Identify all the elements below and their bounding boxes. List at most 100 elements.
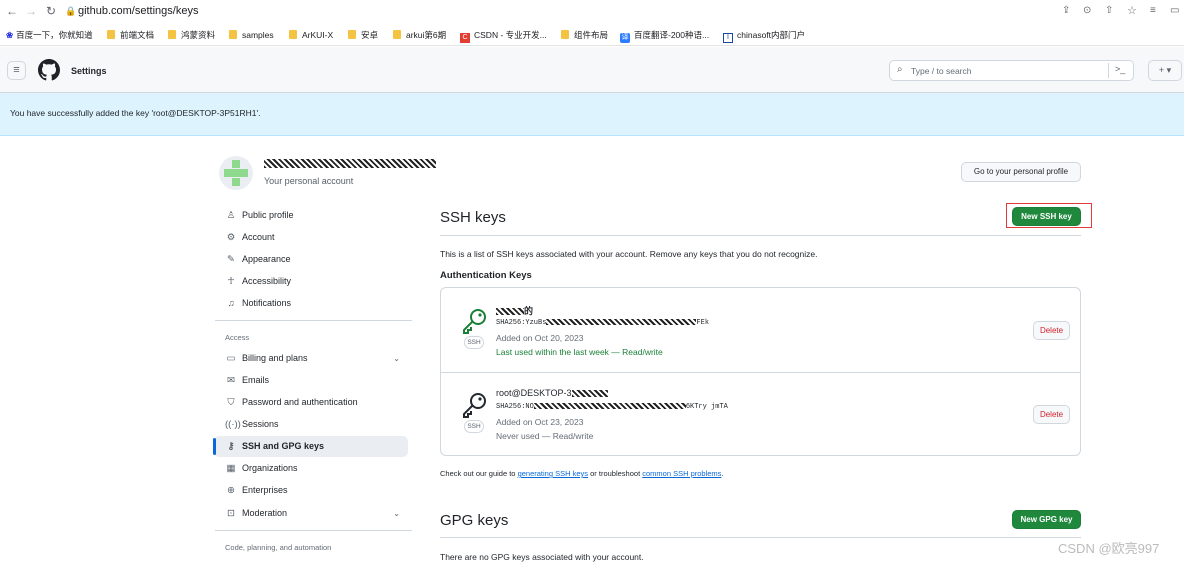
chinasoft-icon: I	[723, 33, 733, 43]
delete-key-button[interactable]: Delete	[1033, 321, 1070, 340]
search-placeholder: Type / to search	[911, 66, 972, 76]
forward-icon[interactable]: →	[25, 4, 37, 18]
fingerprint-redacted	[546, 319, 697, 326]
address-bar[interactable]: github.com/settings/keys	[78, 4, 198, 18]
sync-icon[interactable]: ⊙	[1083, 4, 1091, 18]
key-icon	[463, 309, 486, 334]
sidebar-item-moderation[interactable]: ⊡ Moderation ⌄	[214, 503, 408, 524]
sidepanel-icon[interactable]: ▭	[1170, 4, 1179, 18]
sidebar-item-ssh-gpg-keys[interactable]: ⚷ SSH and GPG keys	[213, 436, 408, 457]
sidebar-item-notifications[interactable]: ♫ Notifications	[214, 293, 408, 314]
sidebar-heading-code: Code, planning, and automation	[225, 543, 332, 552]
bookmark-folder[interactable]: arkui第6期	[393, 30, 446, 41]
key-added-date: Added on Oct 23, 2023	[496, 417, 584, 427]
new-gpg-key-button[interactable]: New GPG key	[1012, 510, 1081, 529]
reload-icon[interactable]: ↻	[46, 4, 56, 18]
fingerprint-redacted	[533, 403, 686, 410]
folder-icon	[561, 30, 569, 39]
lock-icon[interactable]: 🔒	[65, 4, 76, 18]
bookmark-folder[interactable]: samples	[229, 30, 274, 41]
globe-icon: ⊕	[227, 485, 235, 496]
key-usage: Last used within the last week — Read/wr…	[496, 347, 663, 357]
broadcast-icon: ((·))	[225, 419, 241, 430]
search-icon: ⌕	[897, 64, 903, 75]
bookmark-folder[interactable]: 安卓	[348, 30, 378, 41]
key-title: 的	[496, 304, 533, 317]
create-new-button[interactable]: + ▾	[1148, 60, 1182, 81]
sidebar-item-accessibility[interactable]: ☥ Accessibility	[214, 271, 408, 292]
ssh-description: This is a list of SSH keys associated wi…	[440, 249, 818, 259]
csdn-icon: C	[460, 33, 470, 43]
ssh-key-list: SSH 的 SHA256:YzuBs FEk Added on Oct 20, 2…	[440, 287, 1081, 456]
key-icon: ⚷	[227, 441, 235, 452]
install-icon[interactable]: ⇪	[1062, 4, 1070, 18]
gpg-keys-heading: GPG keys	[440, 512, 509, 529]
ssh-keys-heading: SSH keys	[440, 209, 506, 226]
key-added-date: Added on Oct 20, 2023	[496, 333, 584, 343]
sidebar-item-sessions[interactable]: ((·)) Sessions	[214, 414, 408, 435]
delete-key-button[interactable]: Delete	[1033, 405, 1070, 424]
search-divider	[1108, 63, 1109, 78]
bookmark-csdn[interactable]: C CSDN - 专业开发...	[460, 30, 547, 43]
organization-icon: ▦	[226, 463, 236, 474]
sidebar-divider	[215, 320, 412, 321]
gpg-description: There are no GPG keys associated with yo…	[440, 552, 644, 562]
key-title: root@DESKTOP-3	[496, 388, 608, 398]
sidebar-heading-access: Access	[225, 333, 250, 342]
sidebar-item-public-profile[interactable]: ♙ Public profile	[214, 205, 408, 226]
generating-ssh-keys-link[interactable]: generating SSH keys	[518, 469, 588, 478]
chevron-down-icon: ⌄	[393, 509, 400, 518]
account-subtitle: Your personal account	[264, 176, 354, 186]
bookmark-folder[interactable]: 前端文档	[107, 30, 154, 41]
mail-icon: ✉	[227, 375, 235, 386]
sidebar-item-account[interactable]: ⚙ Account	[214, 227, 408, 248]
search-input[interactable]: ⌕ Type / to search >_	[889, 60, 1134, 81]
common-ssh-problems-link[interactable]: common SSH problems	[642, 469, 721, 478]
sidebar-item-password[interactable]: ⛉ Password and authentication	[214, 392, 408, 413]
bookmark-folder[interactable]: 组件布局	[561, 30, 608, 41]
success-flash: You have successfully added the key 'roo…	[0, 93, 1184, 136]
section-divider	[440, 537, 1081, 538]
github-header: ≡ Settings ⌕ Type / to search >_ + ▾	[0, 47, 1184, 93]
sidebar-item-billing[interactable]: ▭ Billing and plans ⌄	[214, 348, 408, 369]
folder-icon	[229, 30, 237, 39]
avatar[interactable]	[219, 156, 253, 190]
key-title-redacted	[571, 390, 608, 398]
sidebar-item-emails[interactable]: ✉ Emails	[214, 370, 408, 391]
identicon-icon	[224, 160, 248, 186]
bookmark-translate[interactable]: 译百度翻译-200种语...	[620, 30, 709, 43]
person-icon: ♙	[226, 210, 236, 221]
translate-icon: 译	[620, 33, 630, 43]
key-fingerprint: SHA256:NO 6KTry jmTA	[496, 403, 728, 411]
bookmark-chinasoft[interactable]: Ichinasoft内部门户	[723, 30, 805, 43]
hamburger-menu-icon[interactable]: ≡	[7, 61, 26, 80]
shield-lock-icon: ⛉	[227, 397, 235, 408]
ssh-guide-text: Check out our guide to generating SSH ke…	[440, 469, 724, 478]
bookmark-folder[interactable]: 鸿蒙资料	[168, 30, 215, 41]
github-logo-icon[interactable]	[38, 59, 60, 81]
sidebar-item-organizations[interactable]: ▦ Organizations	[214, 458, 408, 479]
reading-list-icon[interactable]: ≡	[1150, 4, 1156, 18]
bookmark-folder[interactable]: ArKUI-X	[289, 30, 333, 41]
folder-icon	[348, 30, 356, 39]
sidebar-item-enterprises[interactable]: ⊕ Enterprises	[214, 480, 408, 501]
personal-profile-button[interactable]: Go to your personal profile	[961, 162, 1081, 182]
sidebar-divider	[215, 530, 412, 531]
command-palette-icon[interactable]: >_	[1115, 64, 1125, 74]
key-title-redacted	[496, 308, 524, 316]
star-icon[interactable]: ☆	[1127, 4, 1137, 18]
flash-message: You have successfully added the key 'roo…	[10, 108, 261, 118]
ssh-badge: SSH	[464, 420, 484, 433]
bookmark-baidu[interactable]: ❀ 百度一下，你就知道	[6, 30, 93, 41]
key-usage: Never used — Read/write	[496, 431, 594, 441]
sidebar-item-appearance[interactable]: ✎ Appearance	[214, 249, 408, 270]
folder-icon	[168, 30, 176, 39]
browser-toolbar: ← → ↻ 🔒 github.com/settings/keys ⇪ ⊙ ⇧ ☆…	[0, 0, 1184, 24]
share-icon[interactable]: ⇧	[1105, 4, 1113, 18]
back-icon[interactable]: ←	[6, 4, 18, 18]
section-divider	[440, 235, 1081, 236]
paintbrush-icon: ✎	[227, 254, 235, 265]
bell-icon: ♫	[227, 298, 235, 309]
baidu-icon: ❀	[6, 30, 14, 40]
new-ssh-key-button[interactable]: New SSH key	[1012, 207, 1081, 226]
